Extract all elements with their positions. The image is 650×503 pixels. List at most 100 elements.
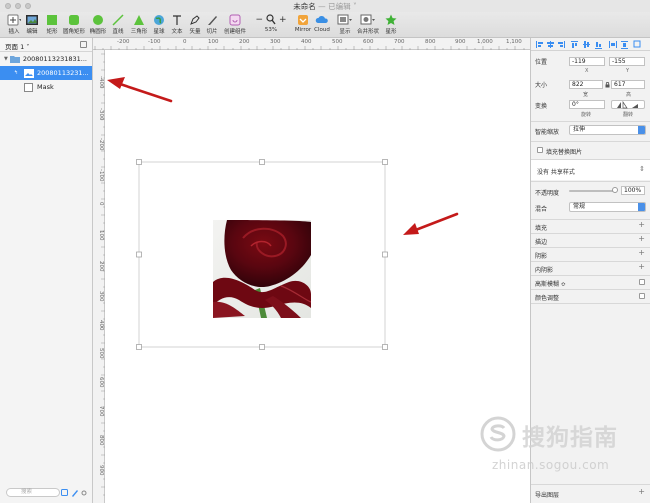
mask-shape-icon — [24, 82, 33, 92]
flip-icons — [617, 100, 638, 109]
combine-shapes-icon — [360, 14, 375, 24]
document-name[interactable]: 未命名 — [293, 2, 316, 11]
blending-value: 常规 — [573, 203, 586, 210]
ruler-label: 400 — [301, 39, 312, 45]
add-export-button[interactable]: + — [638, 487, 645, 496]
add-fill-button[interactable]: + — [638, 220, 645, 229]
resize-handle[interactable] — [136, 159, 142, 165]
ruler-label: -100 — [148, 39, 161, 45]
color-adjust-checkbox[interactable] — [639, 293, 645, 299]
cloud-button[interactable]: Cloud — [310, 13, 334, 37]
export-label: 导出图层 — [535, 492, 560, 499]
slice-tool[interactable]: 切片 — [200, 13, 224, 37]
lock-icon[interactable] — [605, 82, 610, 88]
add-page-button[interactable] — [80, 41, 87, 48]
disclosure-triangle-icon[interactable]: ▼ — [4, 56, 8, 62]
oval-label: 椭圆形 — [89, 29, 107, 35]
layer-search-input[interactable]: 搜索 — [6, 488, 60, 497]
resize-handle[interactable] — [382, 159, 388, 165]
symbol-filter-icon[interactable] — [61, 489, 69, 497]
sogou-logo-icon — [480, 416, 516, 452]
app-window: 未命名 — 已编辑 ˅ 插入 编辑 矩形 圆角矩形 椭圆形 直线 三角形 星球 … — [0, 0, 650, 503]
gaussian-blur-label[interactable]: 高斯模糊 ≎ — [535, 279, 566, 288]
rounded-rectangle-icon — [69, 14, 79, 25]
align-left-icon[interactable] — [536, 41, 537, 48]
width-input[interactable]: 822 — [569, 80, 603, 89]
zoom-out-button[interactable]: − — [255, 15, 263, 25]
flip-vertical-icon[interactable] — [632, 104, 638, 108]
rectangle-label: 矩形 — [46, 29, 58, 35]
resize-handle[interactable] — [382, 344, 388, 350]
page-label[interactable]: 页面 1 ˅ — [5, 41, 30, 51]
add-border-button[interactable]: + — [638, 234, 645, 243]
ruler-label: -100 — [98, 169, 104, 182]
visibility-filter-icon[interactable] — [81, 489, 87, 497]
add-shadow-button[interactable]: + — [638, 248, 645, 257]
align-right-icon[interactable] — [564, 41, 565, 48]
title-bar: 未命名 — 已编辑 ˅ — [0, 0, 650, 12]
fill-replace-checkbox[interactable] — [537, 147, 543, 153]
symbol-icon — [229, 14, 241, 25]
resize-handle[interactable] — [259, 159, 265, 165]
resize-handle[interactable] — [259, 344, 265, 350]
zoom-control[interactable]: − + 53% — [255, 13, 287, 37]
distribute-horizontal-icon[interactable] — [609, 41, 610, 48]
ruler-label: 0 — [98, 202, 104, 206]
create-symbol-label: 创建组件 — [223, 29, 246, 35]
annotation-arrow-image — [403, 212, 459, 235]
rounded-rectangle-tool[interactable]: 圆角矩形 — [62, 13, 86, 37]
width-label: 宽 — [583, 92, 589, 98]
horizontal-ruler[interactable]: -200 -100 0 100 200 300 400 500 600 700 … — [93, 38, 530, 50]
layer-filter-buttons — [61, 489, 87, 497]
rose-image[interactable] — [213, 220, 311, 318]
layer-group[interactable]: ▼ 20080113231831... — [0, 52, 92, 66]
add-inner-shadow-button[interactable]: + — [638, 262, 645, 271]
align-top-icon[interactable] — [571, 41, 578, 42]
layers-panel: 页面 1 ˅ ▼ 20080113231831... ↰ 20080113231… — [0, 38, 93, 503]
watermark-title: 搜狗指南 — [522, 425, 618, 451]
opacity-slider-knob[interactable] — [612, 187, 618, 193]
edit-icon — [26, 14, 38, 25]
layer-mask[interactable]: Mask — [0, 80, 92, 94]
mirror-icon — [298, 14, 308, 25]
x-position-input[interactable]: -119 — [569, 57, 605, 66]
create-symbol-button[interactable]: 创建组件 — [223, 13, 247, 37]
resize-handle[interactable] — [136, 251, 142, 258]
layer-image-selected[interactable]: ↰ 20080113231... — [0, 66, 92, 80]
toolbar: 插入 编辑 矩形 圆角矩形 椭圆形 直线 三角形 星球 文本 矢量 切片 创建组… — [0, 12, 650, 38]
resize-handle[interactable] — [382, 251, 388, 258]
layer-mask-label: Mask — [37, 83, 54, 91]
align-bottom-icon[interactable] — [595, 48, 602, 49]
resizing-dropdown[interactable]: 拉伸 — [569, 125, 646, 135]
distribute-vertical-icon[interactable] — [621, 41, 628, 42]
flip-horizontal-icon[interactable] — [617, 102, 621, 108]
shared-style-selector[interactable]: 没有 共享样式 ⇕ — [531, 160, 650, 180]
rotation-input[interactable]: 0° — [569, 100, 605, 109]
y-position-input[interactable]: -155 — [609, 57, 645, 66]
inner-shadows-label: 内阴影 — [535, 267, 554, 274]
view-label: 显示 — [339, 29, 351, 35]
tidy-icon[interactable] — [633, 40, 641, 48]
mask-arrow-icon: ↰ — [14, 70, 19, 76]
slice-filter-icon[interactable] — [71, 489, 79, 497]
page-selector[interactable]: 页面 1 ˅ — [0, 38, 92, 52]
rectangle-tool[interactable]: 矩形 — [40, 13, 64, 37]
ruler-label: 600 — [363, 39, 374, 45]
globe-icon — [154, 14, 164, 25]
layer-image-label: 20080113231... — [37, 69, 89, 77]
star-tool[interactable]: 星形 — [379, 13, 403, 37]
opacity-input[interactable]: 100% — [621, 186, 645, 195]
blending-dropdown[interactable]: 常规 — [569, 202, 646, 212]
opacity-slider-track[interactable] — [569, 190, 615, 192]
gaussian-blur-checkbox[interactable] — [639, 279, 645, 285]
watermark-url: zhinan.sogou.com — [492, 458, 610, 472]
text-label: 文本 — [171, 29, 183, 35]
vertical-ruler[interactable]: -400 -300 -200 -100 0 100 200 300 400 50… — [93, 50, 105, 503]
canvas[interactable] — [105, 50, 530, 503]
height-input[interactable]: 617 — [611, 80, 645, 89]
resize-handle[interactable] — [136, 344, 142, 350]
combine-shapes-button[interactable]: 合并形状 — [356, 13, 380, 37]
position-label: 位置 — [535, 59, 548, 66]
view-button[interactable]: 显示 — [333, 13, 357, 37]
zoom-in-button[interactable]: + — [279, 15, 287, 25]
